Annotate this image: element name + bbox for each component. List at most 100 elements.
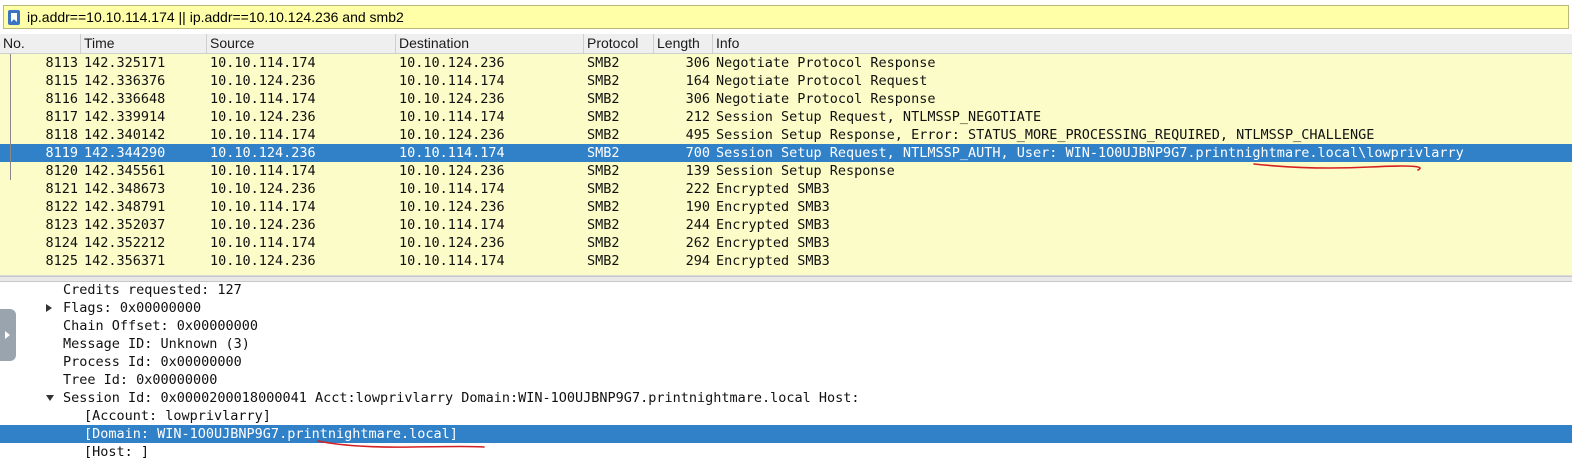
- packet-cell-time: 142.348791: [84, 199, 166, 215]
- packet-cell-src: 10.10.114.174: [210, 163, 316, 179]
- column-header-time[interactable]: Time: [81, 34, 207, 53]
- packet-cell-proto: SMB2: [587, 253, 620, 269]
- packet-cell-info: Session Setup Request, NTLMSSP_NEGOTIATE: [716, 109, 1042, 125]
- packet-cell-time: 142.339914: [84, 109, 166, 125]
- packet-cell-proto: SMB2: [587, 73, 620, 89]
- packet-row[interactable]: 8122 142.348791 10.10.114.174 10.10.124.236…: [0, 198, 1572, 216]
- packet-cell-info: Encrypted SMB3: [716, 181, 830, 197]
- packet-cell-time: 142.348673: [84, 181, 166, 197]
- detail-tree-item-text: Tree Id: 0x00000000: [63, 372, 218, 388]
- packet-cell-info: Negotiate Protocol Response: [716, 55, 936, 71]
- packet-cell-len: 164: [685, 73, 710, 89]
- column-header-no[interactable]: No.: [0, 34, 81, 53]
- detail-tree-item[interactable]: [Host: ]: [0, 443, 1572, 461]
- packet-cell-src: 10.10.124.236: [210, 145, 316, 161]
- packet-cell-proto: SMB2: [587, 109, 620, 125]
- detail-tree-item-text: [Host: ]: [84, 444, 150, 460]
- packet-cell-src: 10.10.124.236: [210, 253, 316, 269]
- detail-tree-item-text: Session Id: 0x0000200018000041 Acct:lowp…: [63, 390, 860, 406]
- packet-cell-proto: SMB2: [587, 127, 620, 143]
- packet-cell-no: 8119: [45, 145, 78, 161]
- packet-cell-src: 10.10.114.174: [210, 55, 316, 71]
- packet-cell-proto: SMB2: [587, 235, 620, 251]
- packet-details-tree[interactable]: Credits requested: 127 Flags: 0x00000000 C…: [0, 282, 1572, 466]
- packet-cell-dst: 10.10.124.236: [399, 127, 505, 143]
- column-header-source[interactable]: Source: [207, 34, 396, 53]
- packet-cell-dst: 10.10.114.174: [399, 73, 505, 89]
- packet-row[interactable]: 8117 142.339914 10.10.124.236 10.10.114.174…: [0, 108, 1572, 126]
- packet-cell-no: 8123: [45, 217, 78, 233]
- packet-cell-no: 8118: [45, 127, 78, 143]
- packet-row[interactable]: 8120 142.345561 10.10.114.174 10.10.124.236…: [0, 162, 1572, 180]
- packet-cell-len: 700: [685, 145, 710, 161]
- packet-row[interactable]: 8125 142.356371 10.10.124.236 10.10.114.174…: [0, 252, 1572, 270]
- packet-cell-no: 8121: [45, 181, 78, 197]
- packet-list[interactable]: No. Time Source Destination Protocol Len…: [0, 34, 1572, 276]
- packet-cell-len: 222: [685, 181, 710, 197]
- packet-cell-no: 8116: [45, 91, 78, 107]
- detail-tree-item[interactable]: Chain Offset: 0x00000000: [0, 317, 1572, 335]
- packet-cell-src: 10.10.114.174: [210, 199, 316, 215]
- packet-cell-src: 10.10.124.236: [210, 181, 316, 197]
- detail-tree-item-text: Flags: 0x00000000: [63, 300, 202, 316]
- packet-row[interactable]: 8124 142.352212 10.10.114.174 10.10.124.236…: [0, 234, 1572, 252]
- packet-cell-len: 244: [685, 217, 710, 233]
- packet-row[interactable]: 8116 142.336648 10.10.114.174 10.10.124.236…: [0, 90, 1572, 108]
- expanded-arrow-icon[interactable]: [46, 395, 54, 401]
- packet-cell-no: 8124: [45, 235, 78, 251]
- detail-tree-item[interactable]: [Account: lowprivlarry]: [0, 407, 1572, 425]
- packet-cell-info: Session Setup Response, Error: STATUS_MO…: [716, 127, 1375, 143]
- display-filter-input[interactable]: ip.addr==10.10.114.174 || ip.addr==10.10…: [3, 5, 1569, 29]
- detail-tree-item-text: [Domain: WIN-1O0UJBNP9G7.printnightmare.…: [84, 426, 458, 442]
- packet-cell-info: Session Setup Response: [716, 163, 895, 179]
- packet-cell-dst: 10.10.124.236: [399, 199, 505, 215]
- packet-cell-dst: 10.10.114.174: [399, 253, 505, 269]
- packet-row[interactable]: 8118 142.340142 10.10.114.174 10.10.124.236…: [0, 126, 1572, 144]
- side-panel-expand-handle[interactable]: [0, 309, 16, 361]
- packet-cell-len: 262: [685, 235, 710, 251]
- column-header-length[interactable]: Length: [654, 34, 713, 53]
- packet-row[interactable]: 8113 142.325171 10.10.114.174 10.10.124.236…: [0, 54, 1572, 72]
- packet-row[interactable]: 8121 142.348673 10.10.124.236 10.10.114.174…: [0, 180, 1572, 198]
- detail-tree-item-text: Process Id: 0x00000000: [63, 354, 242, 370]
- collapsed-arrow-icon[interactable]: [46, 304, 52, 312]
- packet-cell-time: 142.340142: [84, 127, 166, 143]
- packet-cell-src: 10.10.124.236: [210, 109, 316, 125]
- packet-cell-time: 142.352037: [84, 217, 166, 233]
- packet-cell-len: 139: [685, 163, 710, 179]
- detail-tree-item-text: Chain Offset: 0x00000000: [63, 318, 259, 334]
- bookmark-icon[interactable]: [8, 10, 20, 25]
- column-header-info[interactable]: Info: [713, 34, 1572, 53]
- detail-tree-item[interactable]: Credits requested: 127: [0, 282, 1572, 299]
- detail-tree-item[interactable]: Session Id: 0x0000200018000041 Acct:lowp…: [0, 389, 1572, 407]
- packet-cell-proto: SMB2: [587, 217, 620, 233]
- packet-cell-info: Negotiate Protocol Response: [716, 91, 936, 107]
- packet-cell-time: 142.356371: [84, 253, 166, 269]
- packet-row[interactable]: 8119 142.344290 10.10.124.236 10.10.114.174…: [0, 144, 1572, 162]
- detail-tree-item-text: Credits requested: 127: [63, 282, 242, 298]
- display-filter-text: ip.addr==10.10.114.174 || ip.addr==10.10…: [27, 9, 404, 25]
- packet-cell-len: 495: [685, 127, 710, 143]
- detail-tree-item[interactable]: Tree Id: 0x00000000: [0, 371, 1572, 389]
- packet-cell-proto: SMB2: [587, 199, 620, 215]
- packet-cell-src: 10.10.114.174: [210, 91, 316, 107]
- packet-cell-no: 8113: [45, 55, 78, 71]
- detail-tree-item[interactable]: [Domain: WIN-1O0UJBNP9G7.printnightmare.…: [0, 425, 1572, 443]
- column-header-protocol[interactable]: Protocol: [584, 34, 654, 53]
- detail-tree-item[interactable]: Flags: 0x00000000: [0, 299, 1572, 317]
- packet-cell-proto: SMB2: [587, 91, 620, 107]
- detail-tree-item[interactable]: Message ID: Unknown (3): [0, 335, 1572, 353]
- packet-cell-src: 10.10.114.174: [210, 127, 316, 143]
- packet-cell-info: Encrypted SMB3: [716, 217, 830, 233]
- packet-row[interactable]: 8115 142.336376 10.10.124.236 10.10.114.174…: [0, 72, 1572, 90]
- packet-row[interactable]: 8123 142.352037 10.10.124.236 10.10.114.174…: [0, 216, 1572, 234]
- packet-cell-src: 10.10.124.236: [210, 217, 316, 233]
- detail-tree-item[interactable]: Process Id: 0x00000000: [0, 353, 1572, 371]
- packet-cell-time: 142.344290: [84, 145, 166, 161]
- packet-cell-time: 142.336648: [84, 91, 166, 107]
- packet-cell-len: 306: [685, 91, 710, 107]
- packet-cell-info: Session Setup Request, NTLMSSP_AUTH, Use…: [716, 145, 1464, 161]
- packet-cell-dst: 10.10.114.174: [399, 109, 505, 125]
- column-header-destination[interactable]: Destination: [396, 34, 584, 53]
- packet-cell-len: 190: [685, 199, 710, 215]
